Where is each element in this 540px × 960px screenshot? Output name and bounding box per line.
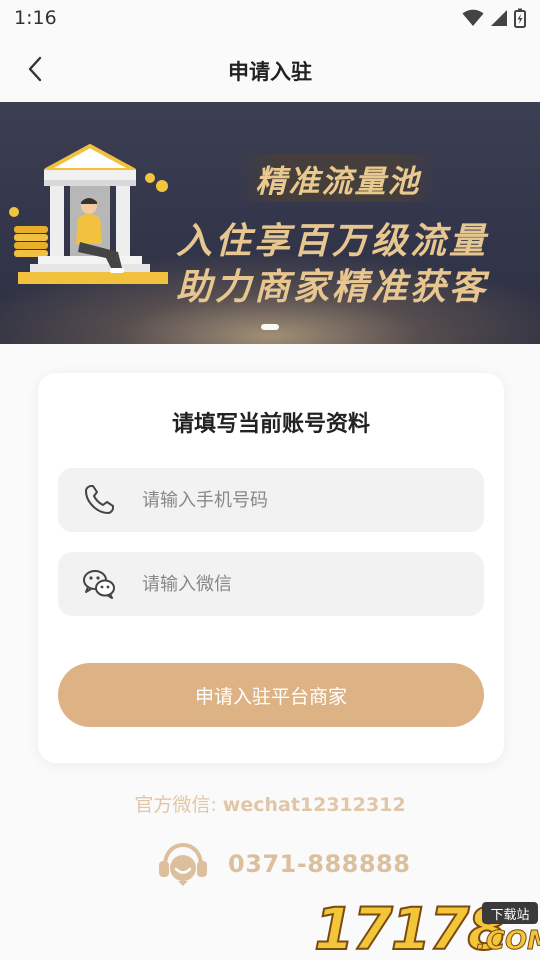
wechat-input-row[interactable]	[58, 552, 484, 616]
battery-icon	[514, 8, 526, 28]
status-time: 1:16	[14, 7, 57, 29]
hotline-number[interactable]: 0371-888888	[228, 850, 410, 878]
wifi-icon	[462, 9, 484, 26]
promo-banner[interactable]: 精准流量池 入住享百万级流量 助力商家精准获客	[0, 102, 540, 344]
official-wechat: 官方微信: wechat12312312	[0, 790, 540, 817]
watermark-badge: 下载站	[482, 902, 538, 924]
phone-icon	[58, 468, 140, 532]
wechat-icon	[58, 552, 140, 616]
form-title: 请填写当前账号资料	[171, 412, 370, 437]
wechat-input[interactable]	[140, 552, 484, 616]
hotline[interactable]: 0371-888888	[156, 840, 410, 888]
watermark-domain: .COM	[476, 926, 540, 957]
bank-building-illustration	[9, 144, 168, 284]
headset-icon	[159, 842, 207, 886]
banner-pagination	[0, 324, 540, 330]
official-wechat-label: 官方微信:	[134, 794, 223, 816]
merchant-form-card: 请填写当前账号资料 申请入驻平台商家	[38, 373, 504, 763]
status-bar: 1:16	[0, 0, 540, 36]
banner-headline: 精准流量池	[238, 154, 438, 202]
banner-subline-2: 助力商家精准获客	[176, 267, 489, 308]
phone-input[interactable]	[140, 468, 484, 532]
status-icons	[462, 8, 526, 28]
banner-dot-active[interactable]	[261, 324, 279, 330]
site-watermark: 17178 下载站 .COM	[313, 897, 540, 960]
phone-input-row[interactable]	[58, 468, 484, 532]
banner-subline-1: 入住享百万级流量	[176, 221, 489, 262]
page-title: 申请入驻	[228, 60, 312, 84]
nav-bar: 申请入驻	[0, 36, 540, 102]
apply-merchant-button[interactable]: 申请入驻平台商家	[58, 663, 484, 727]
signal-icon	[491, 10, 507, 26]
official-wechat-id[interactable]: wechat12312312	[223, 794, 406, 816]
